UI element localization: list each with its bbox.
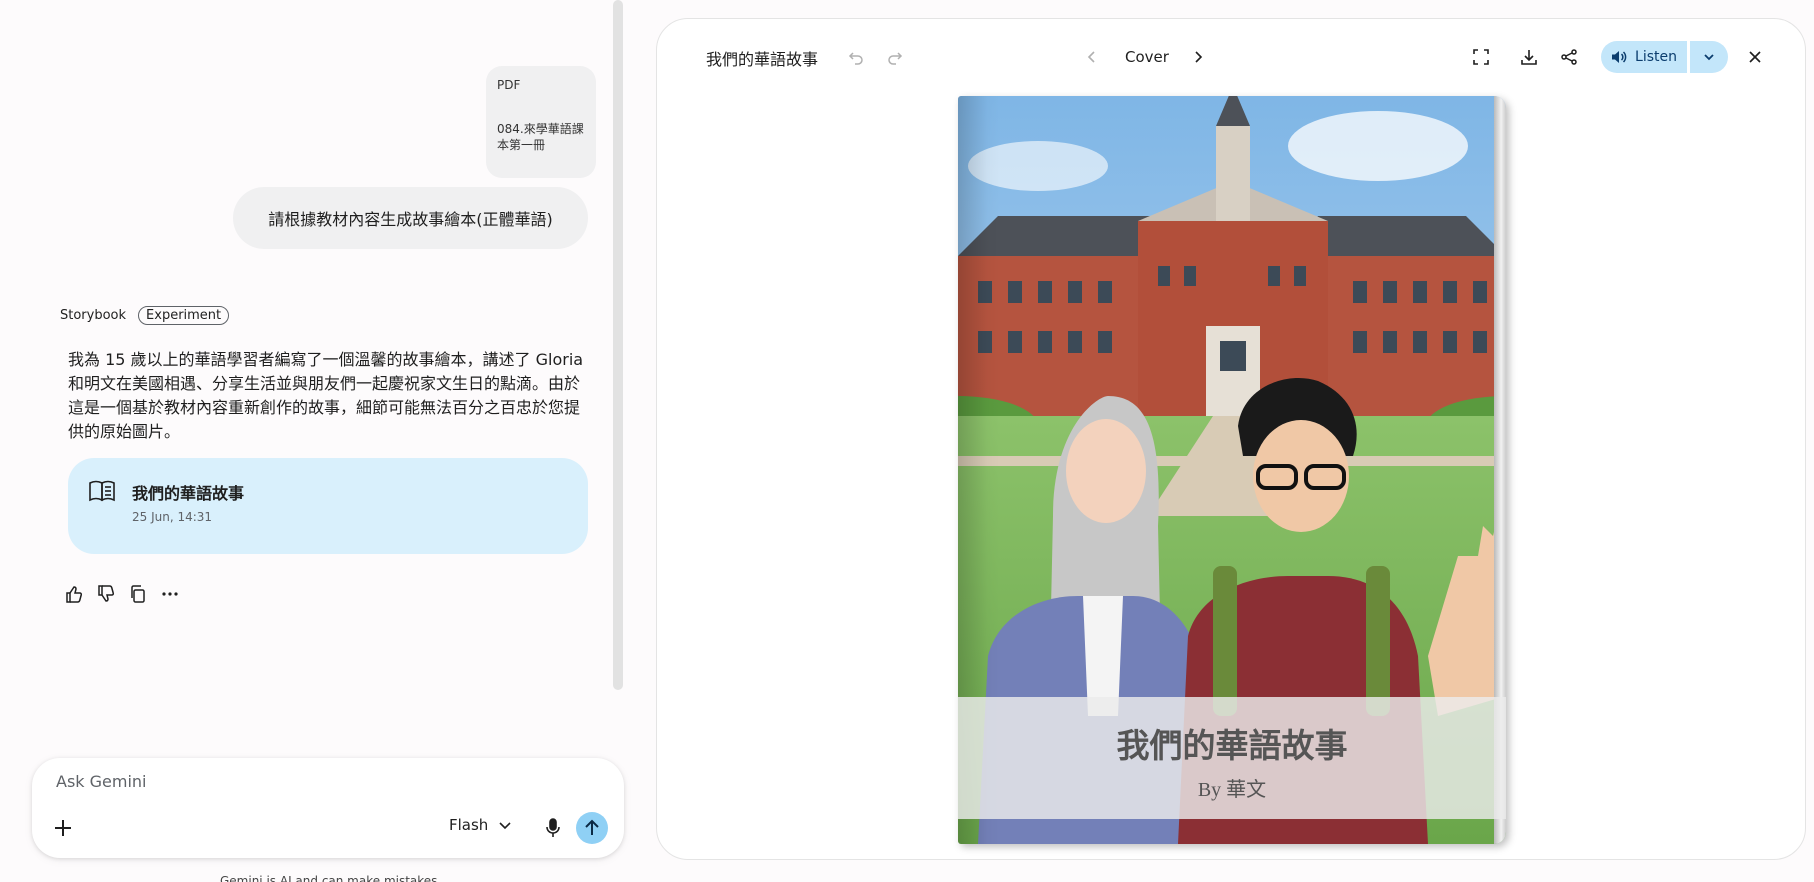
model-selector[interactable]: Flash <box>449 816 512 834</box>
thumbs-up-icon[interactable] <box>64 582 84 606</box>
model-response-header: Storybook Experiment <box>60 306 230 325</box>
microphone-icon <box>546 818 560 837</box>
next-page-button[interactable] <box>1183 42 1213 72</box>
cover-author: By 華文 <box>1197 779 1267 801</box>
thumbs-down-icon[interactable] <box>96 582 116 606</box>
listen-label: Listen <box>1635 49 1677 65</box>
listen-button[interactable]: Listen <box>1601 41 1687 73</box>
ai-disclaimer: Gemini is AI and can make mistakes <box>220 874 438 882</box>
open-book-icon <box>89 480 115 502</box>
storybook-card[interactable]: 我們的華語故事 25 Jun, 14:31 <box>68 458 588 554</box>
story-card-title: 我們的華語故事 <box>132 484 245 503</box>
cover-title: 我們的華語故事 <box>1116 726 1348 765</box>
model-response-text: 我為 15 歲以上的華語學習者編寫了一個溫馨的故事繪本，講述了 Gloria 和… <box>68 350 584 441</box>
add-attachment-button[interactable] <box>48 813 78 843</box>
chat-scrollbar[interactable] <box>613 0 623 690</box>
attachment-type: PDF <box>497 78 521 92</box>
panel-title: 我們的華語故事 <box>706 50 819 69</box>
microphone-button[interactable] <box>539 814 567 842</box>
send-button[interactable] <box>576 812 608 844</box>
storybook-panel: 我們的華語故事 Cover Listen 我們的華語故事 By 華文 <box>656 18 1806 860</box>
chevron-down-icon <box>499 822 511 830</box>
redo-icon <box>888 52 903 65</box>
story-card-date: 25 Jun, 14:31 <box>132 510 213 524</box>
model-selector-label: Flash <box>449 816 489 834</box>
download-icon <box>1521 50 1537 65</box>
pdf-attachment-chip[interactable]: PDF 084.來學華語課本第一冊 <box>486 66 596 178</box>
close-panel-button[interactable] <box>1740 42 1770 72</box>
storybook-label: Storybook <box>60 308 127 323</box>
prompt-input-box: Flash <box>32 758 624 858</box>
speaker-icon <box>1612 51 1627 63</box>
download-button[interactable] <box>1514 42 1544 72</box>
chat-pane: PDF 084.來學華語課本第一冊 請根據教材內容生成故事繪本(正體華語) St… <box>0 0 624 882</box>
page-indicator: Cover <box>1125 48 1169 66</box>
chevron-right-icon <box>1195 51 1203 63</box>
previous-page-button[interactable] <box>1077 42 1107 72</box>
undo-button[interactable] <box>841 42 871 72</box>
storybook-cover[interactable]: 我們的華語故事 By 華文 <box>958 96 1506 844</box>
fullscreen-icon <box>1473 49 1489 65</box>
undo-icon <box>848 52 863 65</box>
copy-icon[interactable] <box>128 582 148 606</box>
listen-options-button[interactable] <box>1690 41 1728 73</box>
chevron-left-icon <box>1087 51 1095 63</box>
fullscreen-button[interactable] <box>1466 42 1496 72</box>
more-options-icon[interactable] <box>160 582 180 606</box>
ask-gemini-input[interactable] <box>56 772 576 791</box>
chevron-down-icon <box>1704 54 1714 61</box>
share-icon <box>1561 49 1577 65</box>
cover-title-band: 我們的華語故事 By 華文 <box>958 697 1506 819</box>
response-actions <box>64 582 180 606</box>
attachment-name: 084.來學華語課本第一冊 <box>497 122 584 152</box>
user-message-text: 請根據教材內容生成故事繪本(正體華語) <box>268 210 553 229</box>
redo-button[interactable] <box>880 42 910 72</box>
experiment-badge: Experiment <box>138 306 230 325</box>
share-button[interactable] <box>1554 42 1584 72</box>
close-icon <box>1749 51 1761 63</box>
arrow-up-icon <box>585 819 599 835</box>
user-message-bubble: 請根據教材內容生成故事繪本(正體華語) <box>233 187 588 249</box>
